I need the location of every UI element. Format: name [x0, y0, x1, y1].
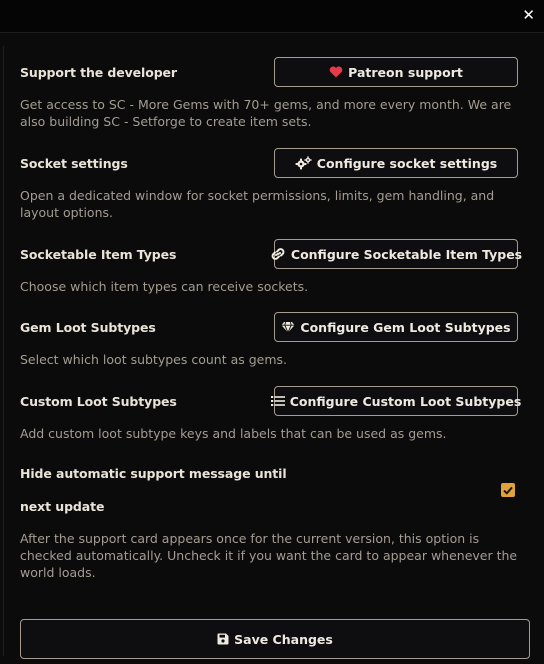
title-bar: ✕: [0, 0, 544, 33]
hide-support-label-line2: next update: [20, 499, 105, 514]
item-types-hint: Choose which item types can receive sock…: [20, 279, 309, 294]
gem-icon: [281, 321, 295, 333]
socket-settings-hint: Open a dedicated window for socket permi…: [20, 188, 495, 220]
save-changes-button[interactable]: Save Changes: [20, 619, 530, 659]
heart-icon: [329, 66, 343, 78]
support-hint: Get access to SC - More Gems with 70+ ge…: [20, 97, 512, 129]
save-changes-label: Save Changes: [234, 631, 333, 647]
gem-loot-subtypes-label: Gem Loot Subtypes: [20, 320, 156, 335]
hide-support-hint: After the support card appears once for …: [20, 531, 518, 580]
custom-loot-hint: Add custom loot subtype keys and labels …: [20, 426, 447, 441]
socket-settings-label: Socket settings: [20, 156, 128, 171]
configure-gem-loot-button[interactable]: Configure Gem Loot Subtypes: [274, 312, 518, 342]
support-label: Support the developer: [20, 65, 177, 80]
checkmark-icon: [503, 486, 513, 495]
patreon-support-label: Patreon support: [348, 64, 463, 80]
configure-socket-settings-label: Configure socket settings: [316, 155, 498, 171]
gears-icon: [295, 156, 312, 170]
configure-gem-loot-label: Configure Gem Loot Subtypes: [300, 319, 511, 335]
hide-support-checkbox[interactable]: [501, 483, 515, 497]
close-icon[interactable]: ✕: [522, 5, 535, 25]
socketable-item-types-label: Socketable Item Types: [20, 247, 177, 262]
configure-item-types-label: Configure Socketable Item Types: [290, 246, 523, 262]
configure-custom-loot-button[interactable]: Configure Custom Loot Subtypes: [270, 386, 521, 416]
save-icon: [217, 633, 229, 645]
patreon-support-button[interactable]: Patreon support: [274, 57, 518, 87]
list-icon: [270, 395, 285, 407]
configure-socket-settings-button[interactable]: Configure socket settings: [274, 148, 518, 178]
hide-support-label-line1: Hide automatic support message until: [20, 466, 287, 481]
configure-custom-loot-label: Configure Custom Loot Subtypes: [289, 393, 522, 409]
settings-window: ✕ Support the developer Patreon support …: [0, 0, 544, 664]
settings-content: Support the developer Patreon support Ge…: [3, 46, 538, 659]
configure-item-types-button[interactable]: Configure Socketable Item Types: [271, 239, 522, 269]
link-icon: [270, 247, 286, 261]
gem-loot-hint: Select which loot subtypes count as gems…: [20, 352, 288, 367]
custom-loot-subtypes-label: Custom Loot Subtypes: [20, 394, 177, 409]
